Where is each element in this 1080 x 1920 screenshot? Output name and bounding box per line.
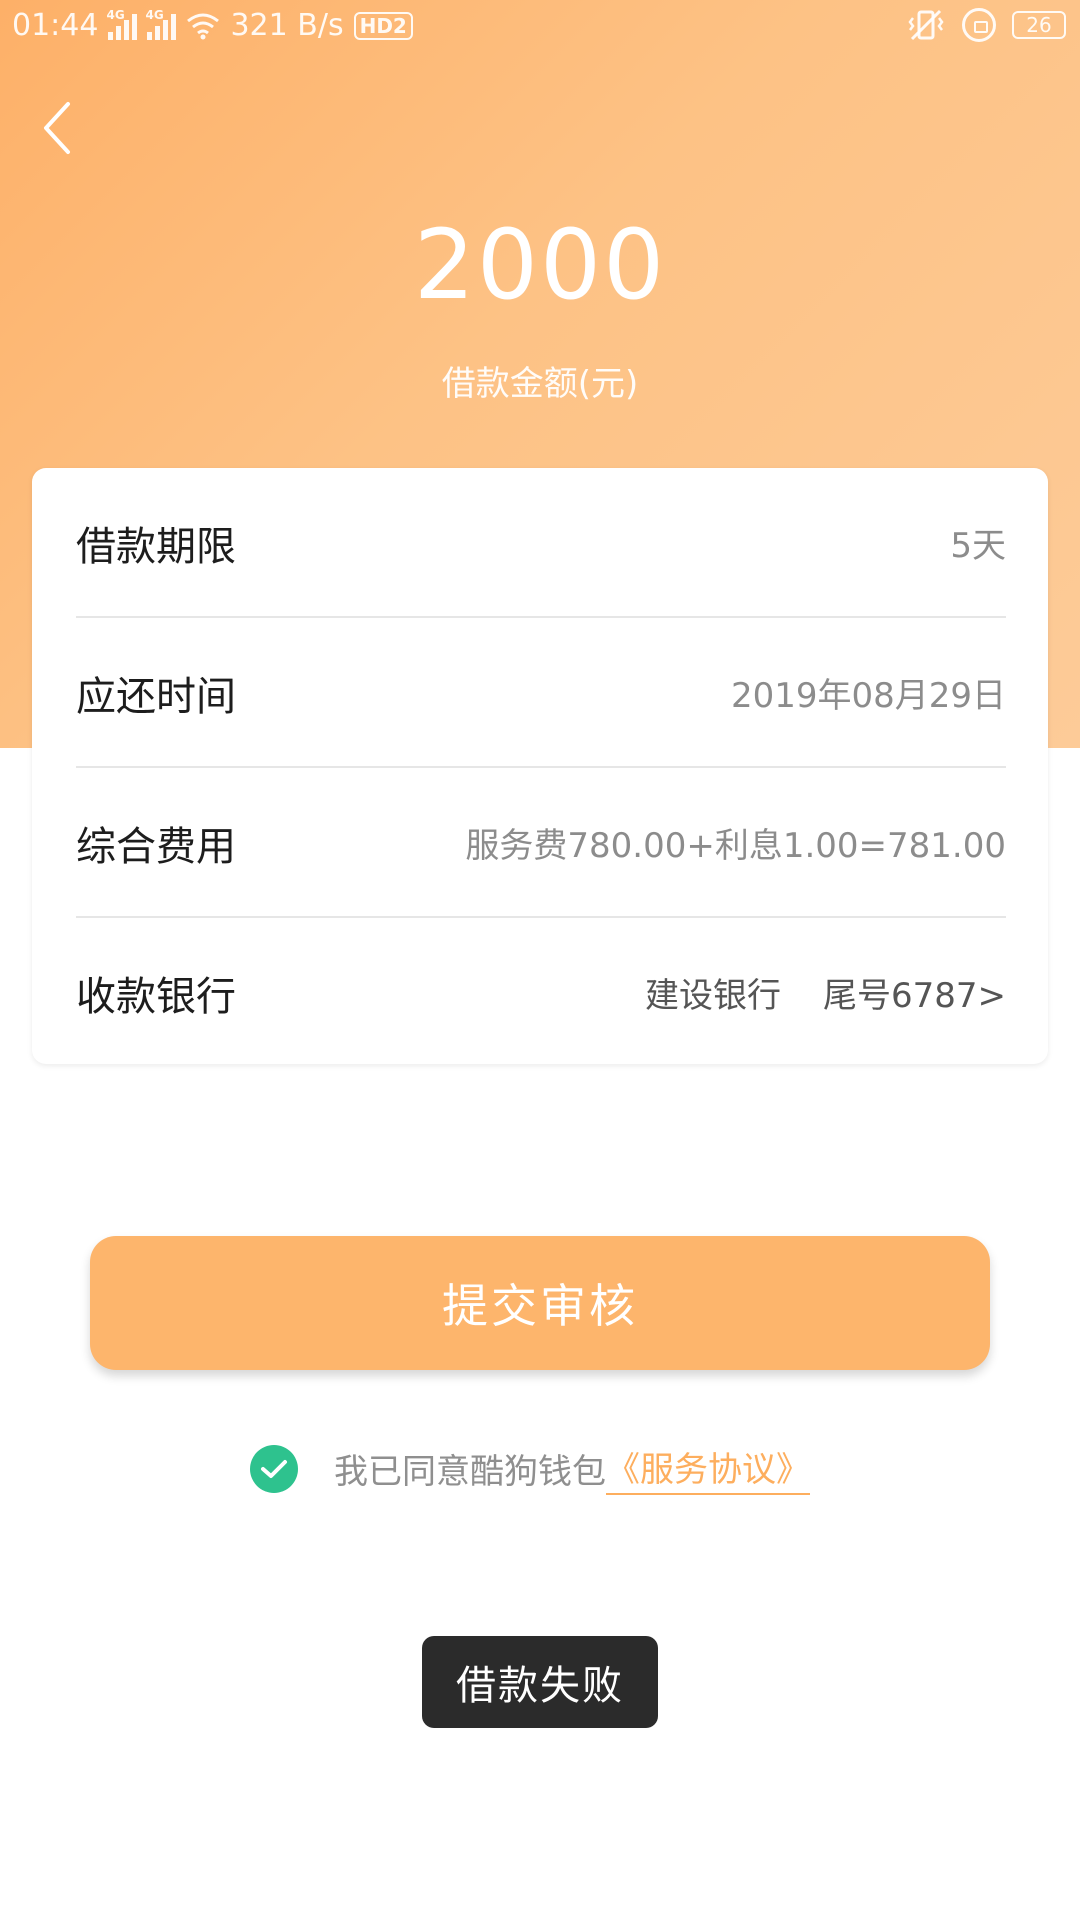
row-value: 2019年08月29日 <box>730 676 1006 716</box>
row-label: 收款银行 <box>76 973 236 1020</box>
loan-amount-label: 借款金额(元) <box>441 364 639 404</box>
bank-tail-number: 尾号6787> <box>822 976 1006 1016</box>
toast-message: 借款失败 <box>422 1636 658 1728</box>
bank-name: 建设银行 <box>644 976 781 1016</box>
agreement: 我已同意酷狗钱包 《服务协议》 <box>250 1442 810 1495</box>
back-button[interactable] <box>30 88 90 168</box>
rotation-lock-icon <box>962 8 996 42</box>
total-fee-row: 综合费用 服务费780.00+利息1.00=781.00 <box>76 768 1006 917</box>
network-speed: 321 B/s <box>230 8 344 43</box>
service-agreement-link[interactable]: 《服务协议》 <box>606 1442 810 1495</box>
row-label: 借款期限 <box>76 523 236 570</box>
loan-details-card: 借款期限 5天 应还时间 2019年08月29日 综合费用 服务费780.00+… <box>32 468 1048 1064</box>
status-time: 01:44 <box>12 8 99 43</box>
signal-icon: 4G <box>106 8 138 40</box>
repay-date-row: 应还时间 2019年08月29日 <box>76 618 1006 767</box>
submit-review-button[interactable]: 提交审核 <box>90 1236 990 1370</box>
battery-icon: 26 <box>1012 11 1066 39</box>
status-bar: 01:44 4G 4G 321 B/s HD2 26 <box>0 0 1080 56</box>
vibrate-icon <box>908 9 944 41</box>
hd-icon: HD2 <box>353 11 413 40</box>
back-arrow-icon <box>44 102 70 154</box>
row-value: 服务费780.00+利息1.00=781.00 <box>465 826 1006 866</box>
check-circle-icon[interactable] <box>250 1444 298 1493</box>
loan-amount: 2000 <box>413 209 667 321</box>
bank-value: 建设银行 尾号6787> <box>645 968 1006 1017</box>
agreement-text: 我已同意酷狗钱包 <box>334 1452 606 1492</box>
loan-term-row: 借款期限 5天 <box>76 468 1006 617</box>
row-value: 5天 <box>950 526 1006 566</box>
receiving-bank-row[interactable]: 收款银行 建设银行 尾号6787> <box>76 918 1006 1067</box>
row-label: 综合费用 <box>76 823 236 870</box>
signal-icon: 4G <box>145 8 177 40</box>
row-label: 应还时间 <box>76 673 236 720</box>
wifi-icon <box>187 13 220 39</box>
